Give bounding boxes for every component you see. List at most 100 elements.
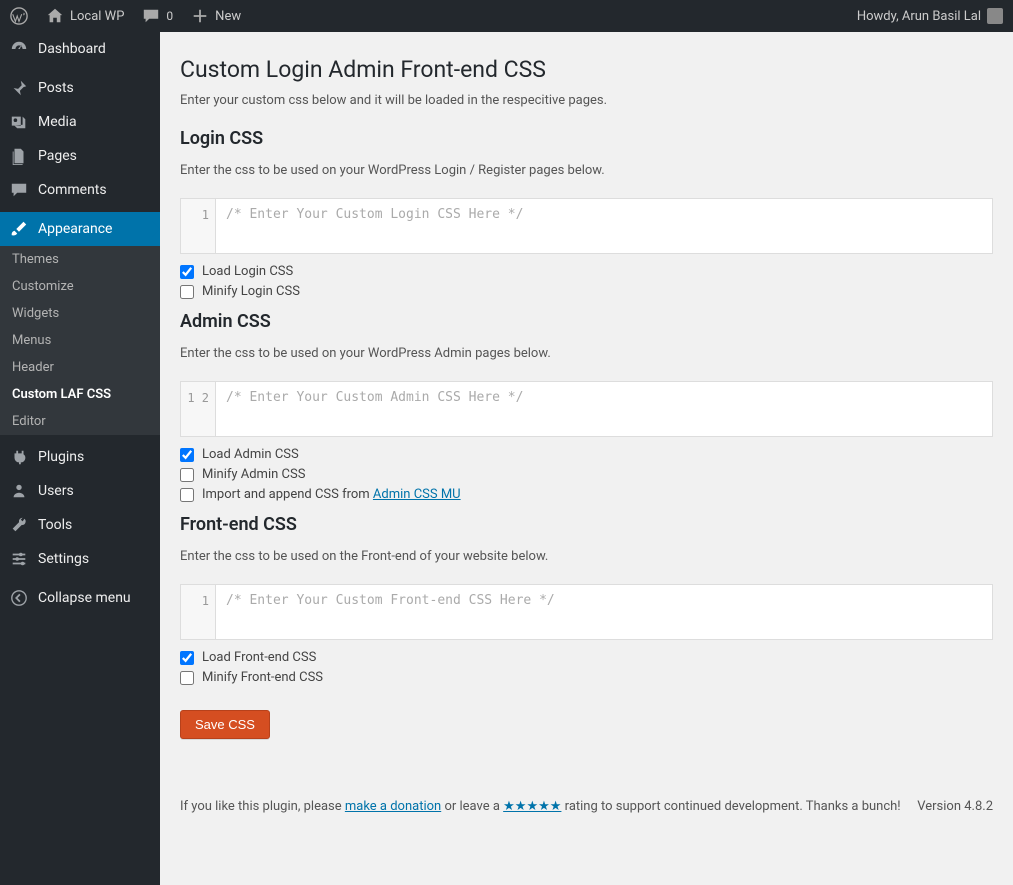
page-title: Custom Login Admin Front-end CSS xyxy=(180,56,993,83)
wordpress-icon xyxy=(10,7,28,25)
checkbox-label: Minify Login CSS xyxy=(202,284,300,299)
rating-link[interactable]: ★★★★★ xyxy=(503,799,561,814)
menu-label: Tools xyxy=(38,517,72,533)
menu-media[interactable]: Media xyxy=(0,105,160,139)
plus-icon xyxy=(191,7,209,25)
frontend-desc: Enter the css to be used on the Front-en… xyxy=(180,549,993,564)
minify-frontend-checkbox[interactable] xyxy=(180,671,194,685)
login-desc: Enter the css to be used on your WordPre… xyxy=(180,163,993,178)
appearance-submenu: Themes Customize Widgets Menus Header Cu… xyxy=(0,246,160,435)
menu-label: Collapse menu xyxy=(38,590,131,606)
menu-label: Users xyxy=(38,483,74,499)
pages-icon xyxy=(10,147,28,165)
menu-label: Pages xyxy=(38,148,77,164)
users-icon xyxy=(10,482,28,500)
menu-appearance[interactable]: Appearance xyxy=(0,212,160,246)
save-button[interactable]: Save CSS xyxy=(180,710,270,739)
menu-label: Media xyxy=(38,114,77,130)
comment-icon xyxy=(142,7,160,25)
footer-note: If you like this plugin, please make a d… xyxy=(180,799,993,814)
checkbox-label: Minify Admin CSS xyxy=(202,467,305,482)
load-login-checkbox[interactable] xyxy=(180,265,194,279)
load-admin-row: Load Admin CSS xyxy=(180,447,993,462)
admin-bar-left: Local WP 0 New xyxy=(10,7,241,25)
menu-plugins[interactable]: Plugins xyxy=(0,440,160,474)
footer-left: If you like this plugin, please make a d… xyxy=(180,799,901,814)
menu-label: Posts xyxy=(38,80,74,96)
minify-admin-checkbox[interactable] xyxy=(180,468,194,482)
sub-menus[interactable]: Menus xyxy=(0,327,160,354)
menu-label: Plugins xyxy=(38,449,84,465)
admin-bar: Local WP 0 New Howdy, Arun Basil Lal xyxy=(0,0,1013,32)
menu-label: Dashboard xyxy=(38,41,106,57)
editor-code[interactable]: /* Enter Your Custom Admin CSS Here */ xyxy=(216,382,992,436)
howdy-text: Howdy, Arun Basil Lal xyxy=(857,9,981,24)
minify-login-checkbox[interactable] xyxy=(180,285,194,299)
menu-posts[interactable]: Posts xyxy=(0,71,160,105)
load-frontend-checkbox[interactable] xyxy=(180,651,194,665)
import-admin-checkbox[interactable] xyxy=(180,488,194,502)
menu-pages[interactable]: Pages xyxy=(0,139,160,173)
menu-label: Comments xyxy=(38,182,107,198)
settings-icon xyxy=(10,550,28,568)
collapse-menu[interactable]: Collapse menu xyxy=(0,581,160,615)
frontend-heading: Front-end CSS xyxy=(180,514,993,535)
editor-gutter: 1 xyxy=(181,585,216,639)
home-icon xyxy=(46,7,64,25)
minify-frontend-row: Minify Front-end CSS xyxy=(180,670,993,685)
sub-widgets[interactable]: Widgets xyxy=(0,300,160,327)
site-link[interactable]: Local WP xyxy=(46,7,124,25)
minify-admin-row: Minify Admin CSS xyxy=(180,467,993,482)
menu-settings[interactable]: Settings xyxy=(0,542,160,576)
editor-gutter: 1 xyxy=(181,199,216,253)
checkbox-label: Minify Front-end CSS xyxy=(202,670,323,685)
load-frontend-row: Load Front-end CSS xyxy=(180,650,993,665)
comments-icon xyxy=(10,181,28,199)
admin-desc: Enter the css to be used on your WordPre… xyxy=(180,346,993,361)
admin-sidebar: Dashboard Posts Media Pages Comments App… xyxy=(0,32,160,885)
admin-bar-right: Howdy, Arun Basil Lal xyxy=(857,8,1003,24)
media-icon xyxy=(10,113,28,131)
sub-customize[interactable]: Customize xyxy=(0,273,160,300)
wp-logo[interactable] xyxy=(10,7,28,25)
menu-comments[interactable]: Comments xyxy=(0,173,160,207)
site-name: Local WP xyxy=(70,9,124,24)
minify-login-row: Minify Login CSS xyxy=(180,284,993,299)
menu-dashboard[interactable]: Dashboard xyxy=(0,32,160,66)
menu-tools[interactable]: Tools xyxy=(0,508,160,542)
admin-heading: Admin CSS xyxy=(180,311,993,332)
editor-code[interactable]: /* Enter Your Custom Login CSS Here */ xyxy=(216,199,992,253)
checkbox-label: Load Login CSS xyxy=(202,264,293,279)
checkbox-label: Import and append CSS from Admin CSS MU xyxy=(202,487,461,502)
new-link[interactable]: New xyxy=(191,7,241,25)
brush-icon xyxy=(10,220,28,238)
donate-link[interactable]: make a donation xyxy=(345,799,441,814)
import-admin-row: Import and append CSS from Admin CSS MU xyxy=(180,487,993,502)
frontend-css-editor[interactable]: 1 /* Enter Your Custom Front-end CSS Her… xyxy=(180,584,993,640)
tools-icon xyxy=(10,516,28,534)
admin-css-mu-link[interactable]: Admin CSS MU xyxy=(373,487,461,502)
content-area: Custom Login Admin Front-end CSS Enter y… xyxy=(160,32,1013,885)
load-login-row: Load Login CSS xyxy=(180,264,993,279)
menu-users[interactable]: Users xyxy=(0,474,160,508)
page-intro: Enter your custom css below and it will … xyxy=(180,93,993,108)
user-menu[interactable]: Howdy, Arun Basil Lal xyxy=(857,8,1003,24)
plugin-icon xyxy=(10,448,28,466)
load-admin-checkbox[interactable] xyxy=(180,448,194,462)
login-heading: Login CSS xyxy=(180,128,993,149)
sub-header[interactable]: Header xyxy=(0,354,160,381)
comment-count: 0 xyxy=(166,9,173,23)
admin-css-editor[interactable]: 1 2 /* Enter Your Custom Admin CSS Here … xyxy=(180,381,993,437)
comments-link[interactable]: 0 xyxy=(142,7,173,25)
pin-icon xyxy=(10,79,28,97)
checkbox-label: Load Front-end CSS xyxy=(202,650,316,665)
menu-label: Settings xyxy=(38,551,89,567)
sub-themes[interactable]: Themes xyxy=(0,246,160,273)
sub-custom-laf[interactable]: Custom LAF CSS xyxy=(0,381,160,408)
sub-editor[interactable]: Editor xyxy=(0,408,160,435)
login-css-editor[interactable]: 1 /* Enter Your Custom Login CSS Here */ xyxy=(180,198,993,254)
editor-code[interactable]: /* Enter Your Custom Front-end CSS Here … xyxy=(216,585,992,639)
menu-label: Appearance xyxy=(38,221,112,237)
collapse-icon xyxy=(10,589,28,607)
version-text: Version 4.8.2 xyxy=(917,799,993,814)
